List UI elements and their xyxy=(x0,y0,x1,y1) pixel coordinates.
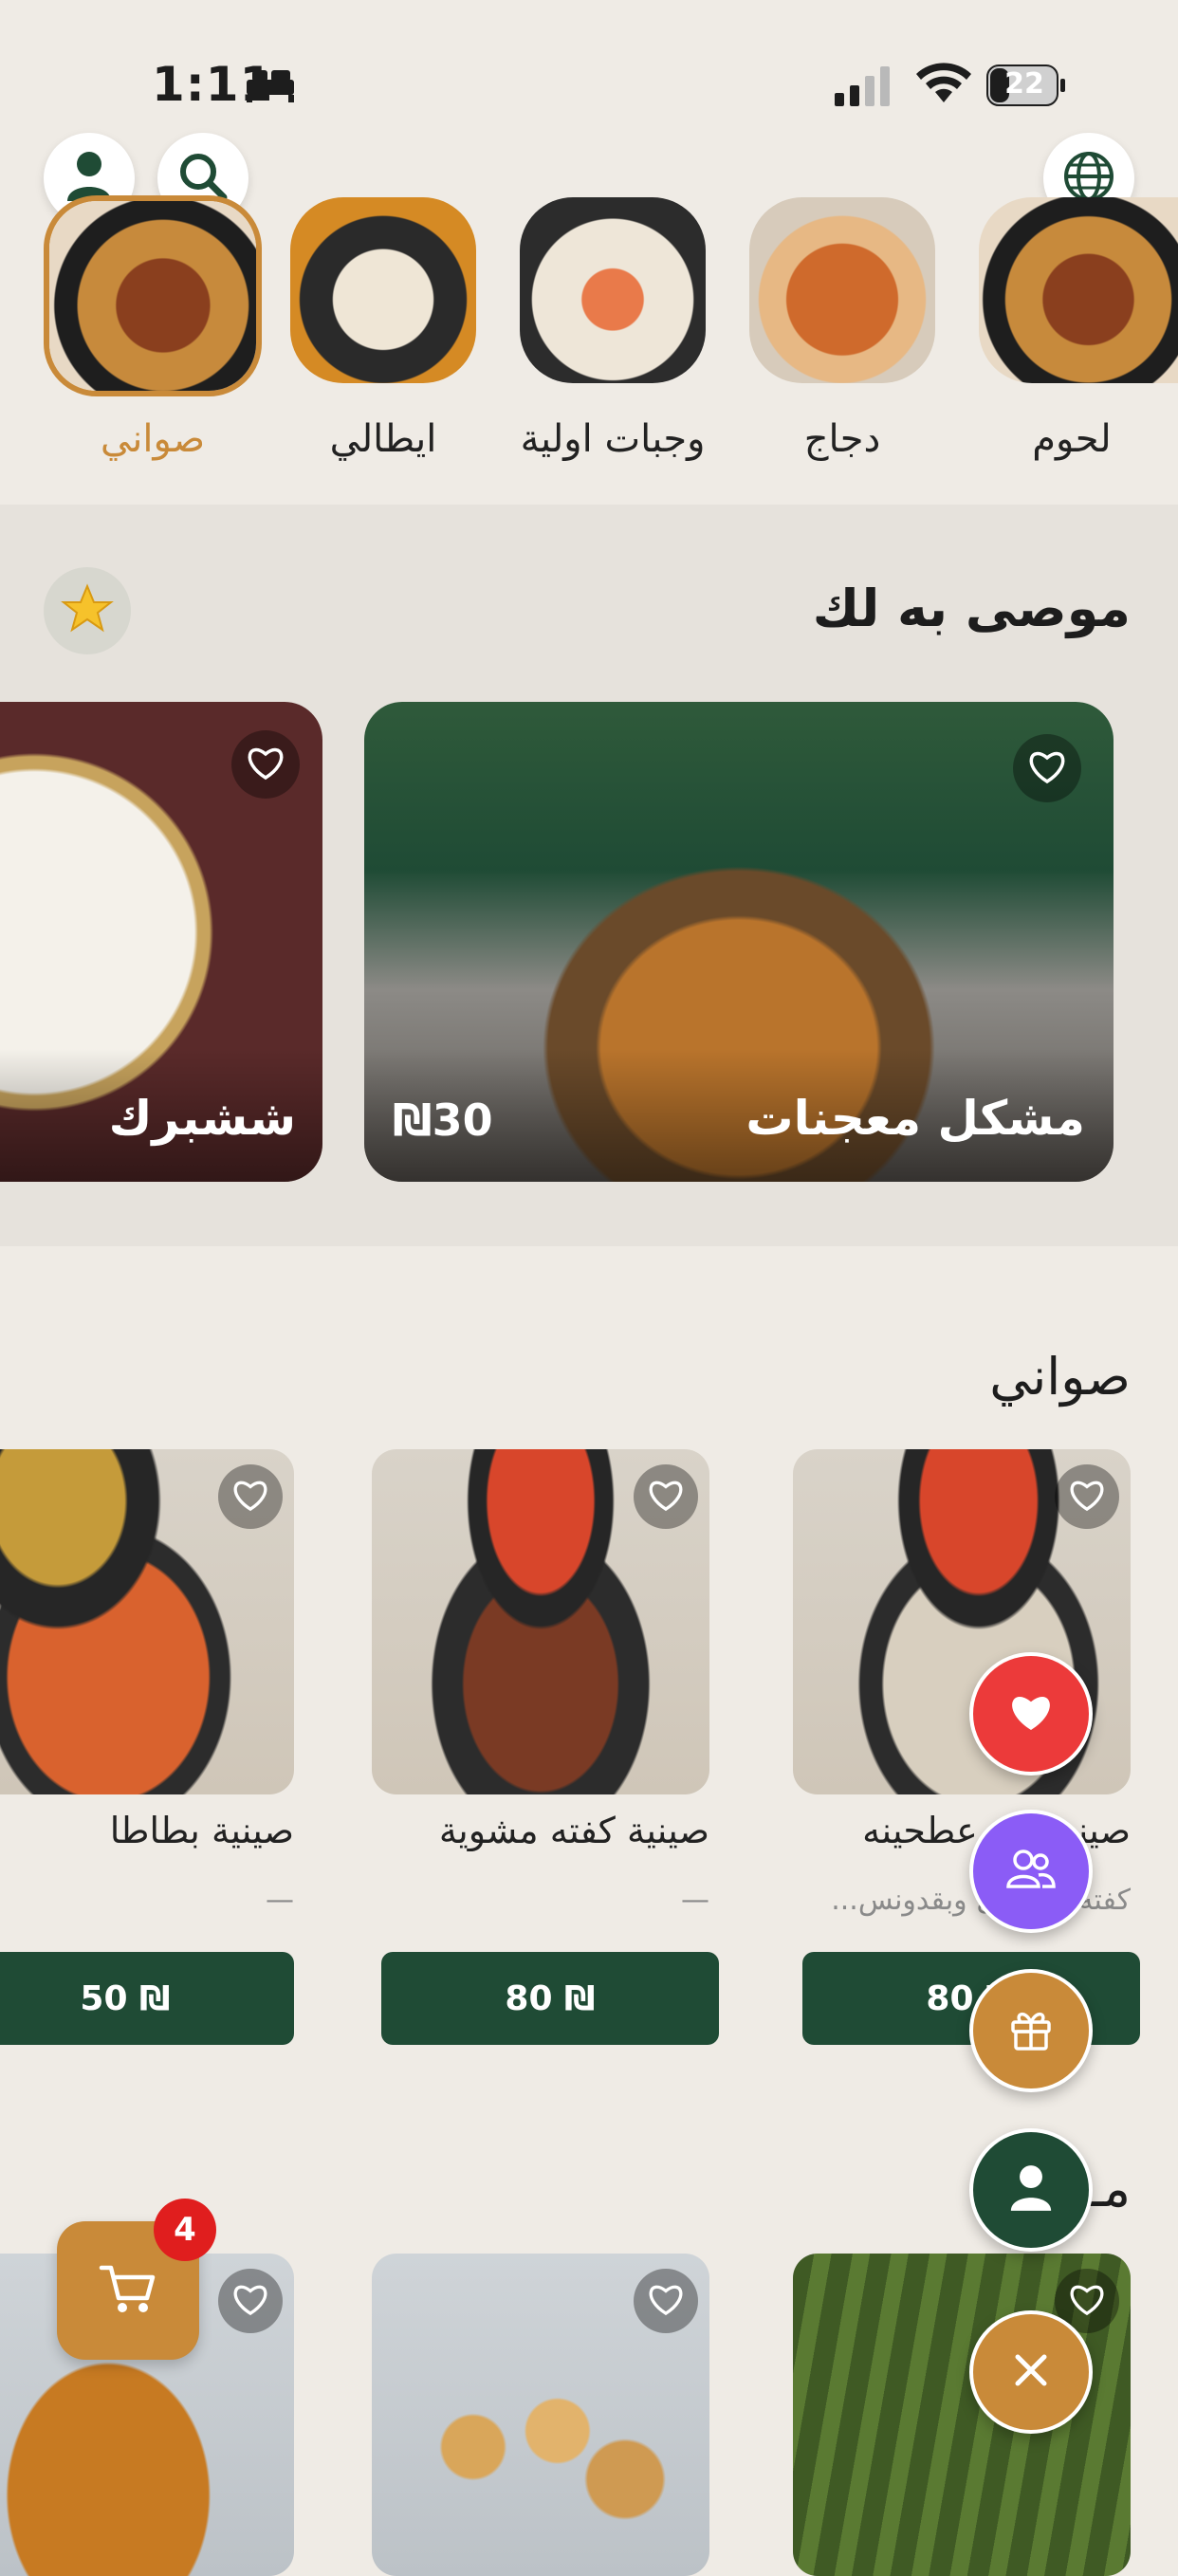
category-image xyxy=(49,201,256,391)
product-card-image[interactable] xyxy=(0,1449,294,1794)
recommended-item-name: ششبرك xyxy=(108,1091,296,1146)
recommended-item-price: ₪30 xyxy=(393,1095,493,1146)
community-fab[interactable] xyxy=(969,1810,1093,1933)
favorite-button[interactable] xyxy=(1013,734,1081,802)
sleep-mode-icon xyxy=(245,66,296,106)
category-label-italian: ايطالي xyxy=(329,417,437,461)
cart-icon xyxy=(98,2260,158,2321)
product-card-image[interactable] xyxy=(372,1449,709,1794)
group-icon xyxy=(1004,1849,1058,1894)
category-item-starters[interactable] xyxy=(520,197,706,383)
battery-level: 22 xyxy=(1004,67,1044,101)
heart-outline-icon xyxy=(647,2282,685,2320)
category-image xyxy=(749,197,935,383)
heart-outline-icon xyxy=(231,1478,269,1516)
product-description: — xyxy=(681,1884,709,1917)
heart-outline-icon xyxy=(246,745,285,784)
favorite-button[interactable] xyxy=(634,1464,698,1529)
star-icon xyxy=(61,582,114,639)
cellular-signal-icon xyxy=(833,66,893,110)
user-icon xyxy=(1009,2163,1053,2217)
category-item-trays[interactable] xyxy=(44,195,262,396)
trays-title: صواني xyxy=(989,1347,1131,1407)
gift-icon xyxy=(1007,2005,1055,2056)
category-item-meat[interactable] xyxy=(979,197,1178,383)
favorites-fab[interactable] xyxy=(969,1652,1093,1776)
recommended-item-name: مشكل معجنات xyxy=(745,1091,1085,1146)
cart-count-badge: 4 xyxy=(154,2199,216,2261)
product-description: — xyxy=(266,1884,294,1917)
category-label-starters: وجبات اولية xyxy=(520,417,706,461)
product-name: صينية بطاطا xyxy=(109,1810,294,1851)
add-to-cart-button[interactable]: 80 ₪ xyxy=(381,1952,719,2045)
favorite-button[interactable] xyxy=(218,1464,283,1529)
product-card-image[interactable] xyxy=(372,2254,709,2576)
recommended-title: موصى به لك xyxy=(812,579,1131,638)
heart-outline-icon xyxy=(1068,2282,1106,2320)
category-image xyxy=(979,197,1178,383)
category-image xyxy=(290,197,476,383)
gift-fab[interactable] xyxy=(969,1969,1093,2092)
category-item-chicken[interactable] xyxy=(749,197,935,383)
favorite-button[interactable] xyxy=(231,730,300,799)
recommended-card[interactable]: مشكل معجنات ₪30 xyxy=(364,702,1114,1182)
category-label-meat: لحوم xyxy=(1032,417,1112,461)
heart-outline-icon xyxy=(1068,1478,1106,1516)
wifi-icon xyxy=(916,63,971,108)
add-to-cart-button[interactable]: 50 ₪ xyxy=(0,1952,294,2045)
favorites-toggle[interactable] xyxy=(44,567,131,654)
category-item-italian[interactable] xyxy=(290,197,476,383)
heart-outline-icon xyxy=(231,2282,269,2320)
recommended-card[interactable]: ششبرك xyxy=(0,702,322,1182)
product-name: صينية كفته مشوية xyxy=(438,1810,709,1851)
account-fab[interactable] xyxy=(969,2128,1093,2252)
heart-outline-icon xyxy=(647,1478,685,1516)
product-card-image[interactable] xyxy=(793,2254,1131,2576)
close-menu-fab[interactable] xyxy=(969,2310,1093,2434)
favorite-button[interactable] xyxy=(1055,1464,1119,1529)
favorite-button[interactable] xyxy=(634,2269,698,2333)
close-icon xyxy=(1012,2351,1050,2393)
category-label-trays: صواني xyxy=(100,417,206,461)
heart-filled-icon xyxy=(1007,1690,1055,1738)
category-image xyxy=(520,197,706,383)
category-label-chicken: دجاج xyxy=(803,417,881,461)
favorite-button[interactable] xyxy=(218,2269,283,2333)
heart-outline-icon xyxy=(1027,748,1067,788)
